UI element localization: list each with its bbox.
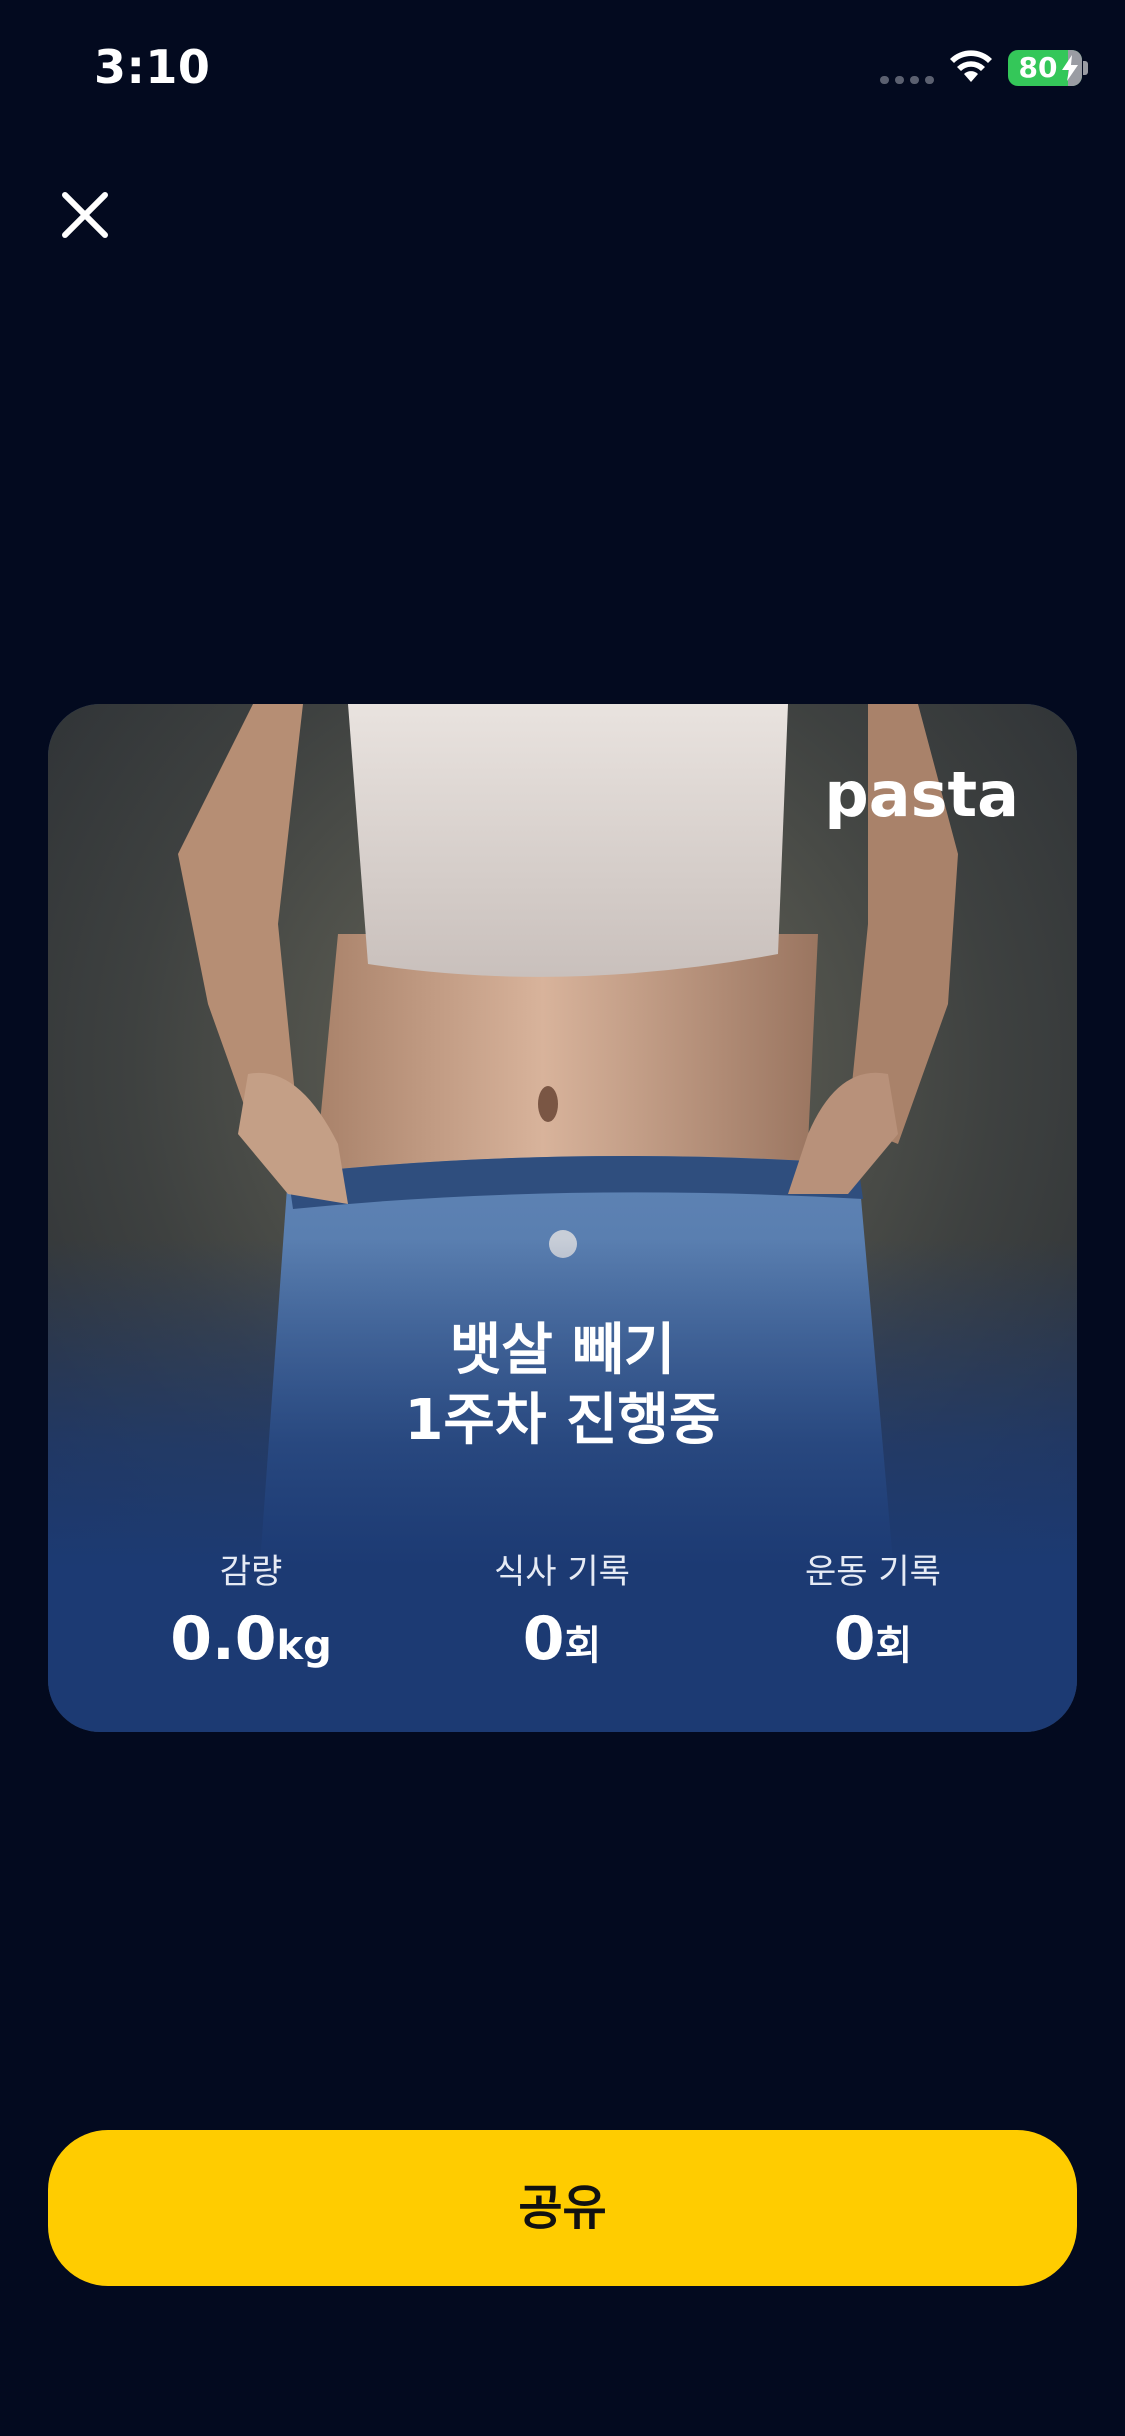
stat-number: 0 <box>833 1604 876 1674</box>
share-card: pasta 뱃살 빼기 1주차 진행중 감량 0.0kg 식사 기록 0회 운동… <box>48 704 1077 1732</box>
stat-value: 0회 <box>412 1608 712 1685</box>
stat-weight-loss: 감량 0.0kg <box>101 1550 401 1685</box>
battery-cap <box>1083 61 1088 75</box>
stat-number: 0 <box>522 1604 565 1674</box>
status-bar: 3:10 80 <box>0 0 1125 140</box>
stat-unit: 회 <box>875 1623 913 1669</box>
card-title: 뱃살 빼기 1주차 진행중 <box>48 1316 1077 1456</box>
stat-exercise-records: 운동 기록 0회 <box>723 1550 1023 1685</box>
close-icon <box>62 192 108 238</box>
card-title-line2: 1주차 진행중 <box>404 1388 721 1453</box>
battery-level: 80 <box>1018 51 1058 84</box>
stat-label: 운동 기록 <box>805 1552 941 1592</box>
charging-bolt-icon <box>1062 55 1078 81</box>
stat-unit: 회 <box>564 1623 602 1669</box>
brand-logo: pasta <box>824 758 1019 831</box>
stat-value: 0회 <box>723 1608 1023 1685</box>
stat-value: 0.0kg <box>101 1608 401 1685</box>
share-button[interactable]: 공유 <box>48 2130 1077 2286</box>
status-time: 3:10 <box>94 40 211 94</box>
stats-row: 감량 0.0kg 식사 기록 0회 운동 기록 0회 <box>48 1550 1077 1690</box>
signal-icon <box>880 76 934 84</box>
stat-unit: kg <box>276 1623 332 1669</box>
card-title-line1: 뱃살 빼기 <box>449 1318 676 1383</box>
stat-meal-records: 식사 기록 0회 <box>412 1550 712 1685</box>
battery-icon: 80 <box>1008 50 1082 86</box>
stat-label: 식사 기록 <box>494 1552 630 1592</box>
stat-label: 감량 <box>219 1552 283 1592</box>
close-button[interactable] <box>50 180 120 250</box>
wifi-icon <box>948 48 994 84</box>
stat-number: 0.0 <box>170 1604 277 1674</box>
